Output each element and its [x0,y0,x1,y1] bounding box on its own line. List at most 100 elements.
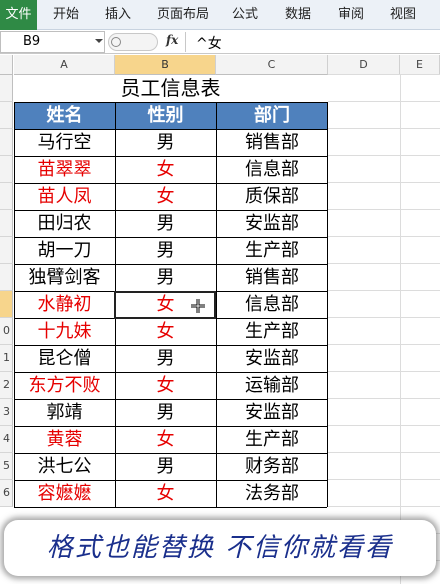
row-header[interactable] [0,291,13,318]
cell-name[interactable]: 马行空 [14,129,115,156]
insert-function-icon[interactable]: fx [166,33,178,47]
tab-review[interactable]: 审阅 [338,0,364,30]
row-header[interactable] [0,129,13,156]
table-border [14,156,327,157]
cell-name[interactable]: 水静初 [14,291,115,318]
gridline [328,182,440,183]
row-header[interactable] [0,237,13,264]
cell-gender[interactable]: 男 [115,345,216,372]
chevron-down-icon[interactable] [95,39,103,43]
cell-dept[interactable]: 信息部 [216,291,328,318]
circle-icon[interactable] [111,37,121,47]
tab-home[interactable]: 开始 [53,0,79,30]
column-header-e[interactable]: E [400,55,440,75]
tab-data[interactable]: 数据 [285,0,311,30]
gridline [328,128,440,129]
row-header[interactable] [0,264,13,291]
cell-gender[interactable]: 男 [115,129,216,156]
row-header[interactable]: 3 [0,399,13,426]
tab-view[interactable]: 视图 [390,0,416,30]
cell-gender[interactable]: 男 [115,453,216,480]
cell-gender[interactable]: 女 [115,426,216,453]
gridline [328,479,440,480]
row-header[interactable] [0,210,13,237]
name-box[interactable]: B9 [0,31,105,53]
column-header-d[interactable]: D [328,55,400,75]
caption-banner: 格式也能替换 不信你就看看 [4,520,436,576]
column-header-a[interactable]: A [14,55,115,75]
cell-name[interactable]: 黄蓉 [14,426,115,453]
row-header[interactable] [0,75,13,102]
column-header-c[interactable]: C [216,55,328,75]
cell-name[interactable]: 东方不败 [14,372,115,399]
row-header[interactable] [0,102,13,129]
cell-dept[interactable]: 法务部 [216,480,328,507]
cell-dept[interactable]: 安监部 [216,399,328,426]
cell-name[interactable]: 田归农 [14,210,115,237]
cell-gender[interactable]: 女 [115,183,216,210]
column-header-b[interactable]: B [115,55,216,75]
row-number: 5 [3,459,10,472]
tab-file[interactable]: 文件 [0,0,37,30]
cell-name[interactable]: 洪七公 [14,453,115,480]
move-cursor-icon [191,299,205,313]
cell-dept[interactable]: 质保部 [216,183,328,210]
table-border [14,507,327,508]
cell-dept[interactable]: 销售部 [216,264,328,291]
cell-dept[interactable]: 销售部 [216,129,328,156]
row-header[interactable] [0,183,13,210]
table-border [14,264,327,265]
cell-dept[interactable]: 信息部 [216,156,328,183]
table-border [14,426,327,427]
select-all-corner[interactable] [0,55,13,75]
tab-page-layout[interactable]: 页面布局 [157,0,209,30]
cell-dept[interactable]: 运输部 [216,372,328,399]
formula-input[interactable]: ^女 [196,33,222,53]
cell-gender[interactable]: 男 [115,264,216,291]
cell-dept[interactable]: 生产部 [216,237,328,264]
cell-name[interactable]: 独臂剑客 [14,264,115,291]
tab-insert[interactable]: 插入 [105,0,131,30]
cell-dept[interactable]: 生产部 [216,318,328,345]
cell-dept[interactable]: 安监部 [216,210,328,237]
header-department[interactable]: 部门 [216,102,328,129]
row-header[interactable]: 0 [0,318,13,345]
gridline [328,371,440,372]
row-header[interactable]: 4 [0,426,13,453]
cell-name[interactable]: 郭靖 [14,399,115,426]
row-header[interactable]: 2 [0,372,13,399]
row-header[interactable]: 5 [0,453,13,480]
table-border [14,210,327,211]
cell-gender[interactable]: 女 [115,156,216,183]
tab-formulas[interactable]: 公式 [232,0,258,30]
table-border [14,345,327,346]
cell-name[interactable]: 苗翠翠 [14,156,115,183]
table-border [14,102,327,103]
cell-name[interactable]: 苗人凤 [14,183,115,210]
row-number: 1 [3,351,10,364]
cell-dept[interactable]: 财务部 [216,453,328,480]
row-number: 3 [3,405,10,418]
header-name[interactable]: 姓名 [14,102,115,129]
cell-gender[interactable]: 女 [115,480,216,507]
cell-gender[interactable]: 女 [115,318,216,345]
row-header[interactable]: 6 [0,480,13,507]
cell-gender[interactable]: 男 [115,399,216,426]
row-header[interactable] [0,156,13,183]
cell-dept[interactable]: 安监部 [216,345,328,372]
table-title[interactable]: 员工信息表 [14,75,327,102]
gridline [328,74,440,75]
cell-gender[interactable]: 女 [115,372,216,399]
table-border [14,237,327,238]
cell-gender[interactable]: 男 [115,237,216,264]
cell-name[interactable]: 十九妹 [14,318,115,345]
gridline [328,425,440,426]
cell-gender[interactable]: 男 [115,210,216,237]
cell-name[interactable]: 容嬷嬷 [14,480,115,507]
header-gender[interactable]: 性别 [115,102,216,129]
gridline [328,452,440,453]
row-header[interactable]: 1 [0,345,13,372]
cell-dept[interactable]: 生产部 [216,426,328,453]
cell-name[interactable]: 胡一刀 [14,237,115,264]
cell-name[interactable]: 昆仑僧 [14,345,115,372]
